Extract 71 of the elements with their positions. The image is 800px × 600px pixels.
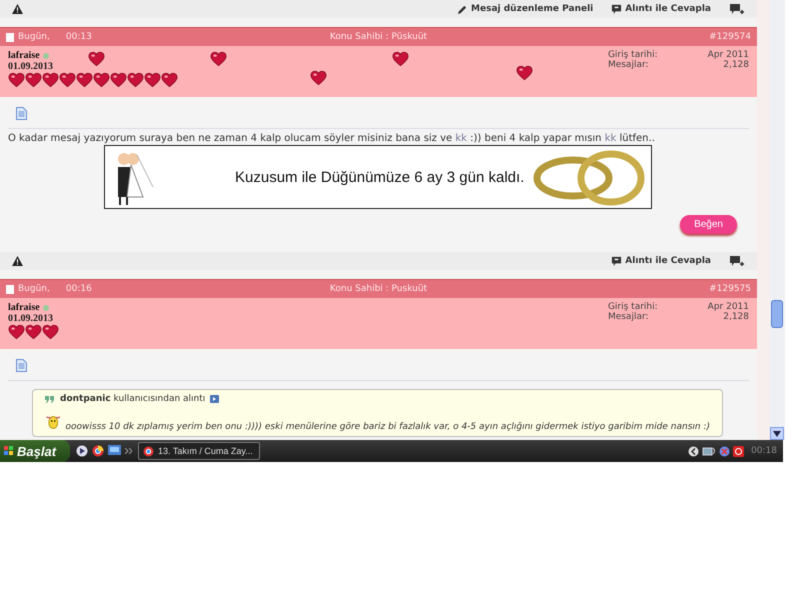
heart-icon — [93, 72, 110, 88]
edit-panel-link[interactable]: Mesaj düzenleme Paneli — [457, 4, 594, 14]
browser-icon[interactable] — [92, 445, 104, 457]
heart-icon — [8, 72, 25, 88]
quote-author: dontpanic kullanıcısından alıntı — [60, 394, 206, 404]
heart-icon — [42, 324, 59, 340]
quote-reply-link[interactable]: Alıntı ile Cevapla — [611, 256, 711, 266]
document-icon — [6, 284, 14, 294]
post-count-value: 2,128 — [722, 60, 749, 70]
heart-icon — [127, 72, 144, 88]
quote-text: ooowisss 10 dk zıplamış yerim ben onu :)))) eski menülerine göre bariz bi fazlalık var, o 4-5 ayın açlığını gidermek istiyo garibim mide nansın :) — [66, 422, 710, 432]
heart-icon — [210, 51, 227, 67]
heart-icon — [25, 324, 42, 340]
join-date-value: Apr 2011 — [708, 50, 749, 60]
post-time: 00:16 — [66, 284, 92, 294]
speech-bubble-icon — [611, 256, 622, 266]
heart-icon — [59, 72, 76, 88]
post-count-value: 2,128 — [722, 312, 749, 322]
heart-icon — [310, 70, 327, 86]
inline-link[interactable]: kk — [604, 133, 616, 144]
scroll-thumb[interactable] — [771, 300, 783, 328]
heart-icon — [76, 72, 93, 88]
banner-text: Kuzusum ile Düğünümüze 6 ay 3 gün kaldı. — [235, 168, 524, 186]
heart-icon — [8, 324, 25, 340]
post-message: O kadar mesaj yazıyorum suraya ben ne zaman 4 kalp olucam söyler misiniz bana siz ve kk :)) beni 4 kalp yapar mısın kk lütfen.. — [8, 133, 656, 144]
taskbar-clock: 00:18 — [751, 446, 777, 456]
join-date-label: Giriş tarihi: — [608, 50, 658, 60]
document-icon — [16, 107, 27, 120]
join-date-value: Apr 2011 — [708, 302, 749, 312]
warning-icon[interactable] — [12, 4, 23, 14]
windows-flag-icon — [4, 446, 14, 456]
thread-owner: Konu Sahibi : Püskuüt — [328, 32, 428, 42]
heart-icon — [161, 72, 178, 88]
heart-icon — [88, 51, 105, 67]
post-time: 00:13 — [66, 32, 92, 42]
username-link[interactable]: lafraise — [8, 50, 40, 61]
post-count-label: Mesajlar: — [608, 60, 650, 70]
scroll-down-icon[interactable] — [773, 430, 781, 436]
post-date: Bugün, — [18, 284, 50, 294]
pencil-icon — [457, 4, 468, 14]
heart-icon — [392, 51, 409, 67]
scrollbar[interactable] — [770, 0, 785, 440]
user-date: 01.09.2013 — [8, 313, 54, 324]
view-post-icon[interactable] — [210, 395, 220, 403]
post-count-label: Mesajlar: — [608, 312, 650, 322]
start-button[interactable]: Başlat — [0, 440, 70, 462]
inline-link[interactable]: kk — [455, 133, 467, 144]
username-link[interactable]: lafraise — [8, 302, 40, 313]
desktop-icon[interactable] — [108, 445, 122, 457]
speech-bubble-icon — [611, 4, 622, 14]
heart-icon — [516, 65, 533, 81]
heart-icon — [42, 72, 59, 88]
add-quote-icon[interactable] — [729, 254, 745, 268]
heart-icon — [25, 72, 42, 88]
user-date: 01.09.2013 — [8, 61, 54, 72]
document-icon — [16, 359, 27, 372]
heart-icon — [144, 72, 161, 88]
taskbar-window-button[interactable]: 13. Takım / Cuma Zay... — [138, 442, 260, 460]
thread-owner: Konu Sahibi : Puskuüt — [328, 284, 428, 294]
more-chevron-icon[interactable] — [125, 448, 132, 454]
like-button[interactable]: Beğen — [680, 215, 737, 234]
post-date: Bugün, — [18, 32, 50, 42]
quote-reply-link[interactable]: Alıntı ile Cevapla — [611, 4, 711, 14]
quote-marks-icon — [45, 396, 55, 402]
warning-icon[interactable] — [12, 256, 23, 266]
browser-icon — [143, 446, 154, 456]
add-quote-icon[interactable] — [729, 2, 745, 16]
join-date-label: Giriş tarihi: — [608, 302, 658, 312]
heart-icon — [110, 72, 127, 88]
document-icon — [6, 32, 14, 42]
media-player-icon[interactable] — [76, 445, 88, 457]
